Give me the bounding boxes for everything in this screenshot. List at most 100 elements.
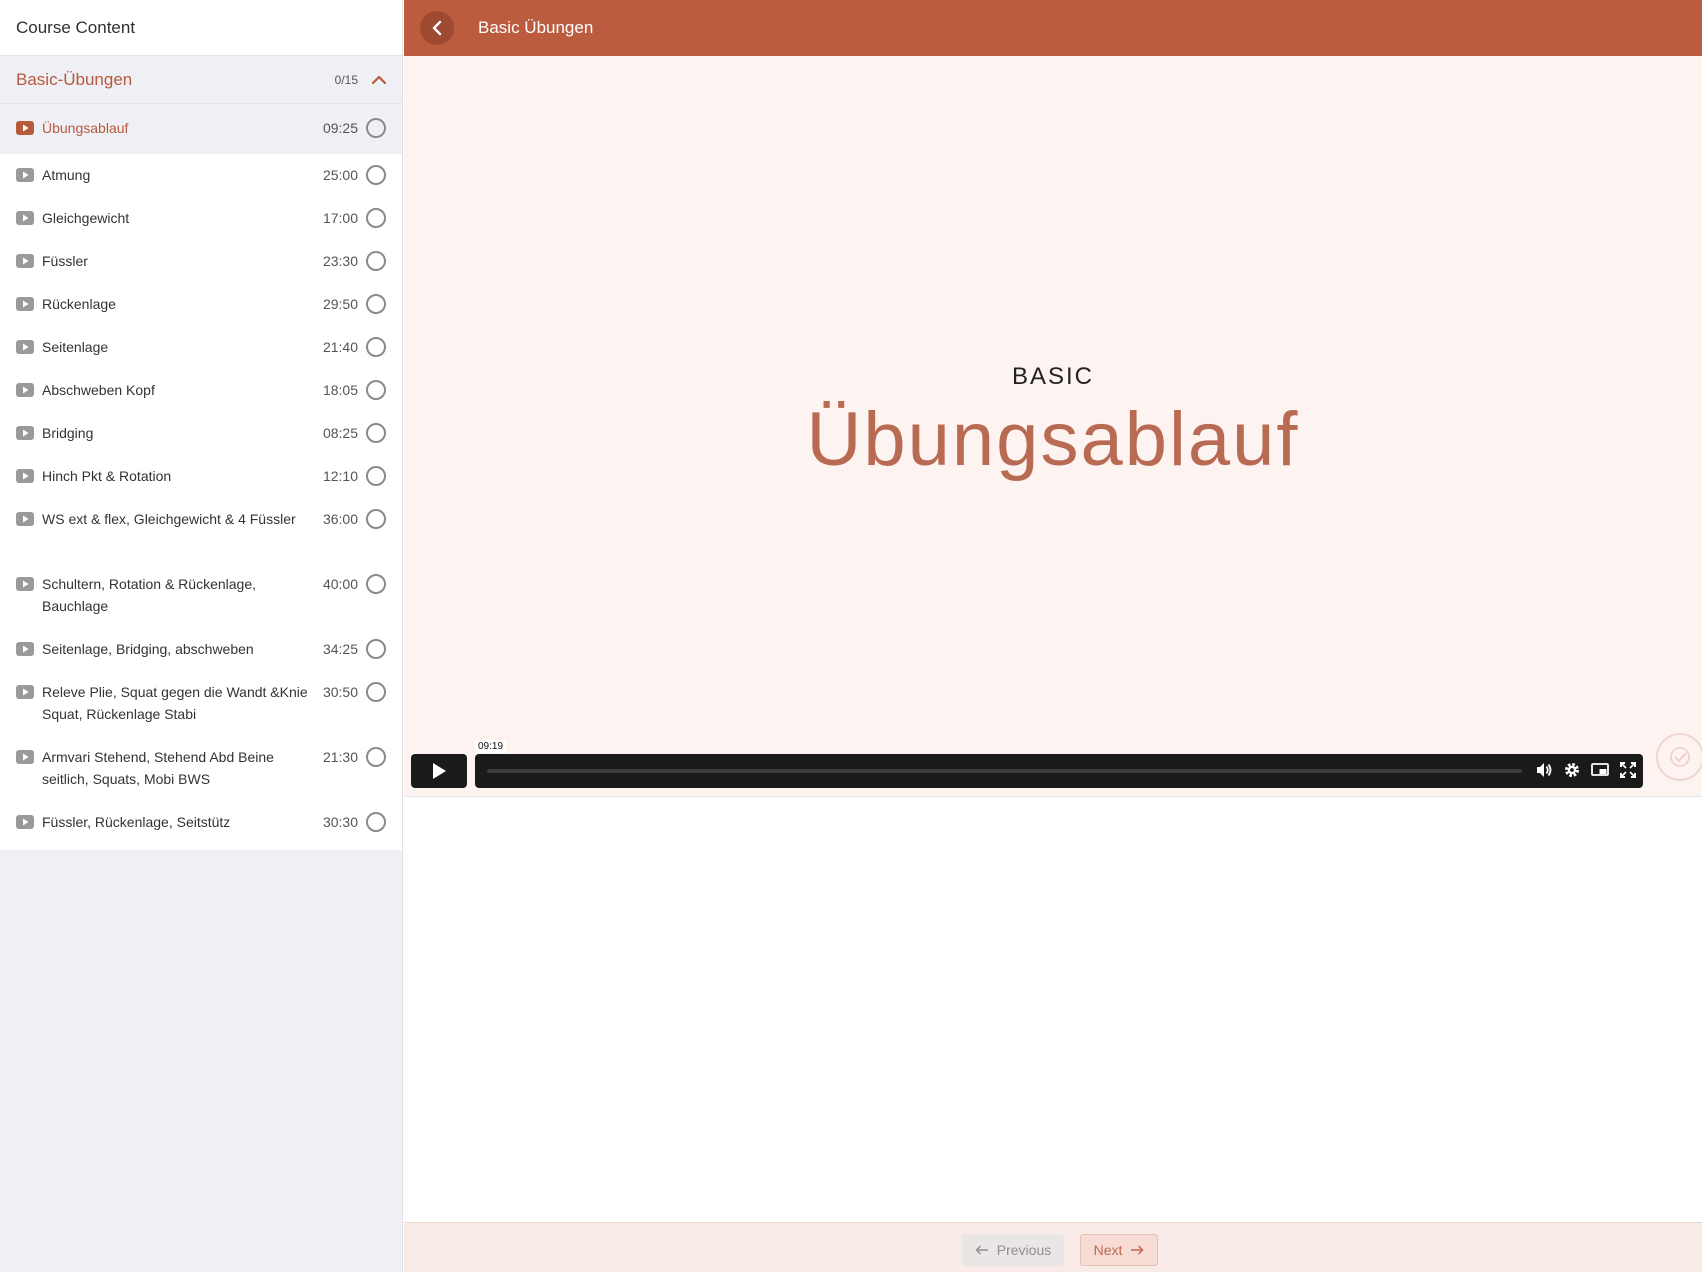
sidebar-header: Course Content: [0, 0, 402, 56]
lesson-title: Füssler, Rückenlage, Seitstütz: [42, 814, 231, 830]
lesson-complete-toggle[interactable]: [366, 639, 386, 659]
lesson-duration: 21:30: [322, 749, 358, 765]
lesson-item[interactable]: Seitenlage, Bridging, abschweben 34:25: [0, 628, 402, 671]
lesson-duration: 29:50: [322, 296, 358, 312]
lesson-item[interactable]: Abschweben Kopf 18:05: [0, 369, 402, 412]
lesson-complete-toggle[interactable]: [366, 294, 386, 314]
fullscreen-icon[interactable]: [1619, 761, 1637, 779]
lesson-title: Armvari Stehend, Stehend Abd Beine seitl…: [42, 749, 274, 787]
lesson-item[interactable]: Bridging 08:25: [0, 412, 402, 455]
lesson-item[interactable]: Gleichgewicht 17:00: [0, 197, 402, 240]
play-button[interactable]: [411, 754, 467, 788]
lesson-complete-toggle[interactable]: [366, 812, 386, 832]
lesson-duration: 36:00: [322, 511, 358, 527]
previous-label: Previous: [996, 1242, 1052, 1258]
lesson-complete-toggle[interactable]: [366, 208, 386, 228]
lesson-duration: 21:40: [322, 339, 358, 355]
lesson-title: Bridging: [42, 425, 94, 441]
lesson-duration: 30:50: [322, 684, 358, 700]
check-icon: [1670, 747, 1690, 767]
lesson-title: Übungsablauf: [42, 120, 129, 136]
lesson-complete-toggle[interactable]: [366, 251, 386, 271]
video-lesson-icon: [16, 815, 34, 829]
lesson-duration: 23:30: [322, 253, 358, 269]
section-title: Basic-Übungen: [16, 69, 133, 89]
back-button[interactable]: [420, 11, 454, 45]
lesson-duration: 18:05: [322, 382, 358, 398]
time-tooltip: 09:19: [475, 740, 507, 753]
lesson-list: Übungsablauf 09:25 Atmung 25:00 Gleichge…: [0, 104, 402, 850]
page-title: Basic Übungen: [478, 18, 594, 37]
lesson-item[interactable]: Atmung 25:00: [0, 154, 402, 197]
lesson-duration: 12:10: [322, 468, 358, 484]
video-lesson-icon: [16, 685, 34, 699]
volume-icon[interactable]: [1535, 761, 1553, 779]
video-lesson-icon: [16, 168, 34, 182]
lesson-complete-toggle[interactable]: [366, 747, 386, 767]
lesson-title: Seitenlage, Bridging, abschweben: [42, 641, 254, 657]
lesson-complete-toggle[interactable]: [366, 337, 386, 357]
arrow-left-icon: [975, 1245, 988, 1255]
lesson-title: Releve Plie, Squat gegen die Wandt &Knie…: [42, 684, 308, 722]
lesson-title: Hinch Pkt & Rotation: [42, 468, 172, 484]
course-sidebar: Course Content Basic-Übungen 0/15 Übungs…: [0, 0, 403, 1272]
lesson-item[interactable]: Releve Plie, Squat gegen die Wandt &Knie…: [0, 671, 402, 736]
lesson-duration: 34:25: [322, 641, 358, 657]
lesson-item[interactable]: Übungsablauf 09:25: [0, 104, 402, 154]
next-button[interactable]: Next: [1080, 1234, 1158, 1266]
lesson-item[interactable]: Rückenlage 29:50: [0, 283, 402, 326]
video-title-text: Übungsablauf: [806, 397, 1300, 482]
video-lesson-icon: [16, 254, 34, 268]
lesson-complete-toggle[interactable]: [366, 165, 386, 185]
lesson-title: Füssler: [42, 253, 88, 269]
previous-button[interactable]: Previous: [962, 1234, 1064, 1266]
lesson-item[interactable]: WS ext & flex, Gleichgewicht & 4 Füssler…: [0, 498, 402, 563]
lesson-title: Schultern, Rotation & Rückenlage, Bauchl…: [42, 576, 257, 614]
lesson-complete-toggle[interactable]: [366, 423, 386, 443]
lesson-navigation-footer: Previous Next: [404, 1222, 1702, 1272]
lesson-duration: 40:00: [322, 576, 358, 592]
chevron-up-icon[interactable]: [372, 73, 386, 87]
video-player[interactable]: BASIC Übungsablauf 09:19: [404, 56, 1702, 796]
video-lesson-icon: [16, 211, 34, 225]
lesson-title: WS ext & flex, Gleichgewicht & 4 Füssler: [42, 511, 296, 527]
lesson-item[interactable]: Füssler, Rückenlage, Seitstütz 30:30: [0, 801, 402, 844]
lesson-item[interactable]: Hinch Pkt & Rotation 12:10: [0, 455, 402, 498]
sidebar-title: Course Content: [16, 17, 136, 37]
seek-bar[interactable]: [487, 769, 1522, 773]
next-label: Next: [1093, 1242, 1123, 1258]
video-lesson-icon: [16, 512, 34, 526]
lesson-item[interactable]: Armvari Stehend, Stehend Abd Beine seitl…: [0, 736, 402, 801]
lesson-complete-toggle[interactable]: [366, 466, 386, 486]
lesson-duration: 08:25: [322, 425, 358, 441]
lesson-duration: 17:00: [322, 210, 358, 226]
video-lesson-icon: [16, 642, 34, 656]
player-icon-group: [1535, 761, 1637, 779]
video-lesson-icon: [16, 469, 34, 483]
video-lesson-icon: [16, 121, 34, 135]
gear-icon[interactable]: [1563, 761, 1581, 779]
lesson-duration: 25:00: [322, 167, 358, 183]
lesson-item[interactable]: Schultern, Rotation & Rückenlage, Bauchl…: [0, 563, 402, 628]
lesson-complete-toggle[interactable]: [366, 118, 386, 138]
lesson-title: Atmung: [42, 167, 91, 183]
lesson-item[interactable]: Füssler 23:30: [0, 240, 402, 283]
video-lesson-icon: [16, 577, 34, 591]
lesson-item[interactable]: Seitenlage 21:40: [0, 326, 402, 369]
pip-icon[interactable]: [1591, 761, 1609, 779]
section-header-basic-uebungen[interactable]: Basic-Übungen 0/15: [0, 56, 402, 104]
video-lesson-icon: [16, 340, 34, 354]
lesson-complete-toggle[interactable]: [366, 380, 386, 400]
video-lesson-icon: [16, 750, 34, 764]
video-kicker-text: BASIC: [1011, 363, 1095, 390]
progress-bar-container: [475, 754, 1643, 788]
lesson-complete-toggle[interactable]: [366, 574, 386, 594]
lesson-complete-toggle[interactable]: [366, 682, 386, 702]
lesson-title: Gleichgewicht: [42, 210, 130, 226]
lesson-topbar: Basic Übungen: [404, 0, 1702, 56]
lesson-complete-toggle[interactable]: [366, 509, 386, 529]
app: Course Content Basic-Übungen 0/15 Übungs…: [0, 0, 1702, 1272]
arrow-right-icon: [1131, 1245, 1144, 1255]
divider: [404, 796, 1702, 797]
video-lesson-icon: [16, 426, 34, 440]
